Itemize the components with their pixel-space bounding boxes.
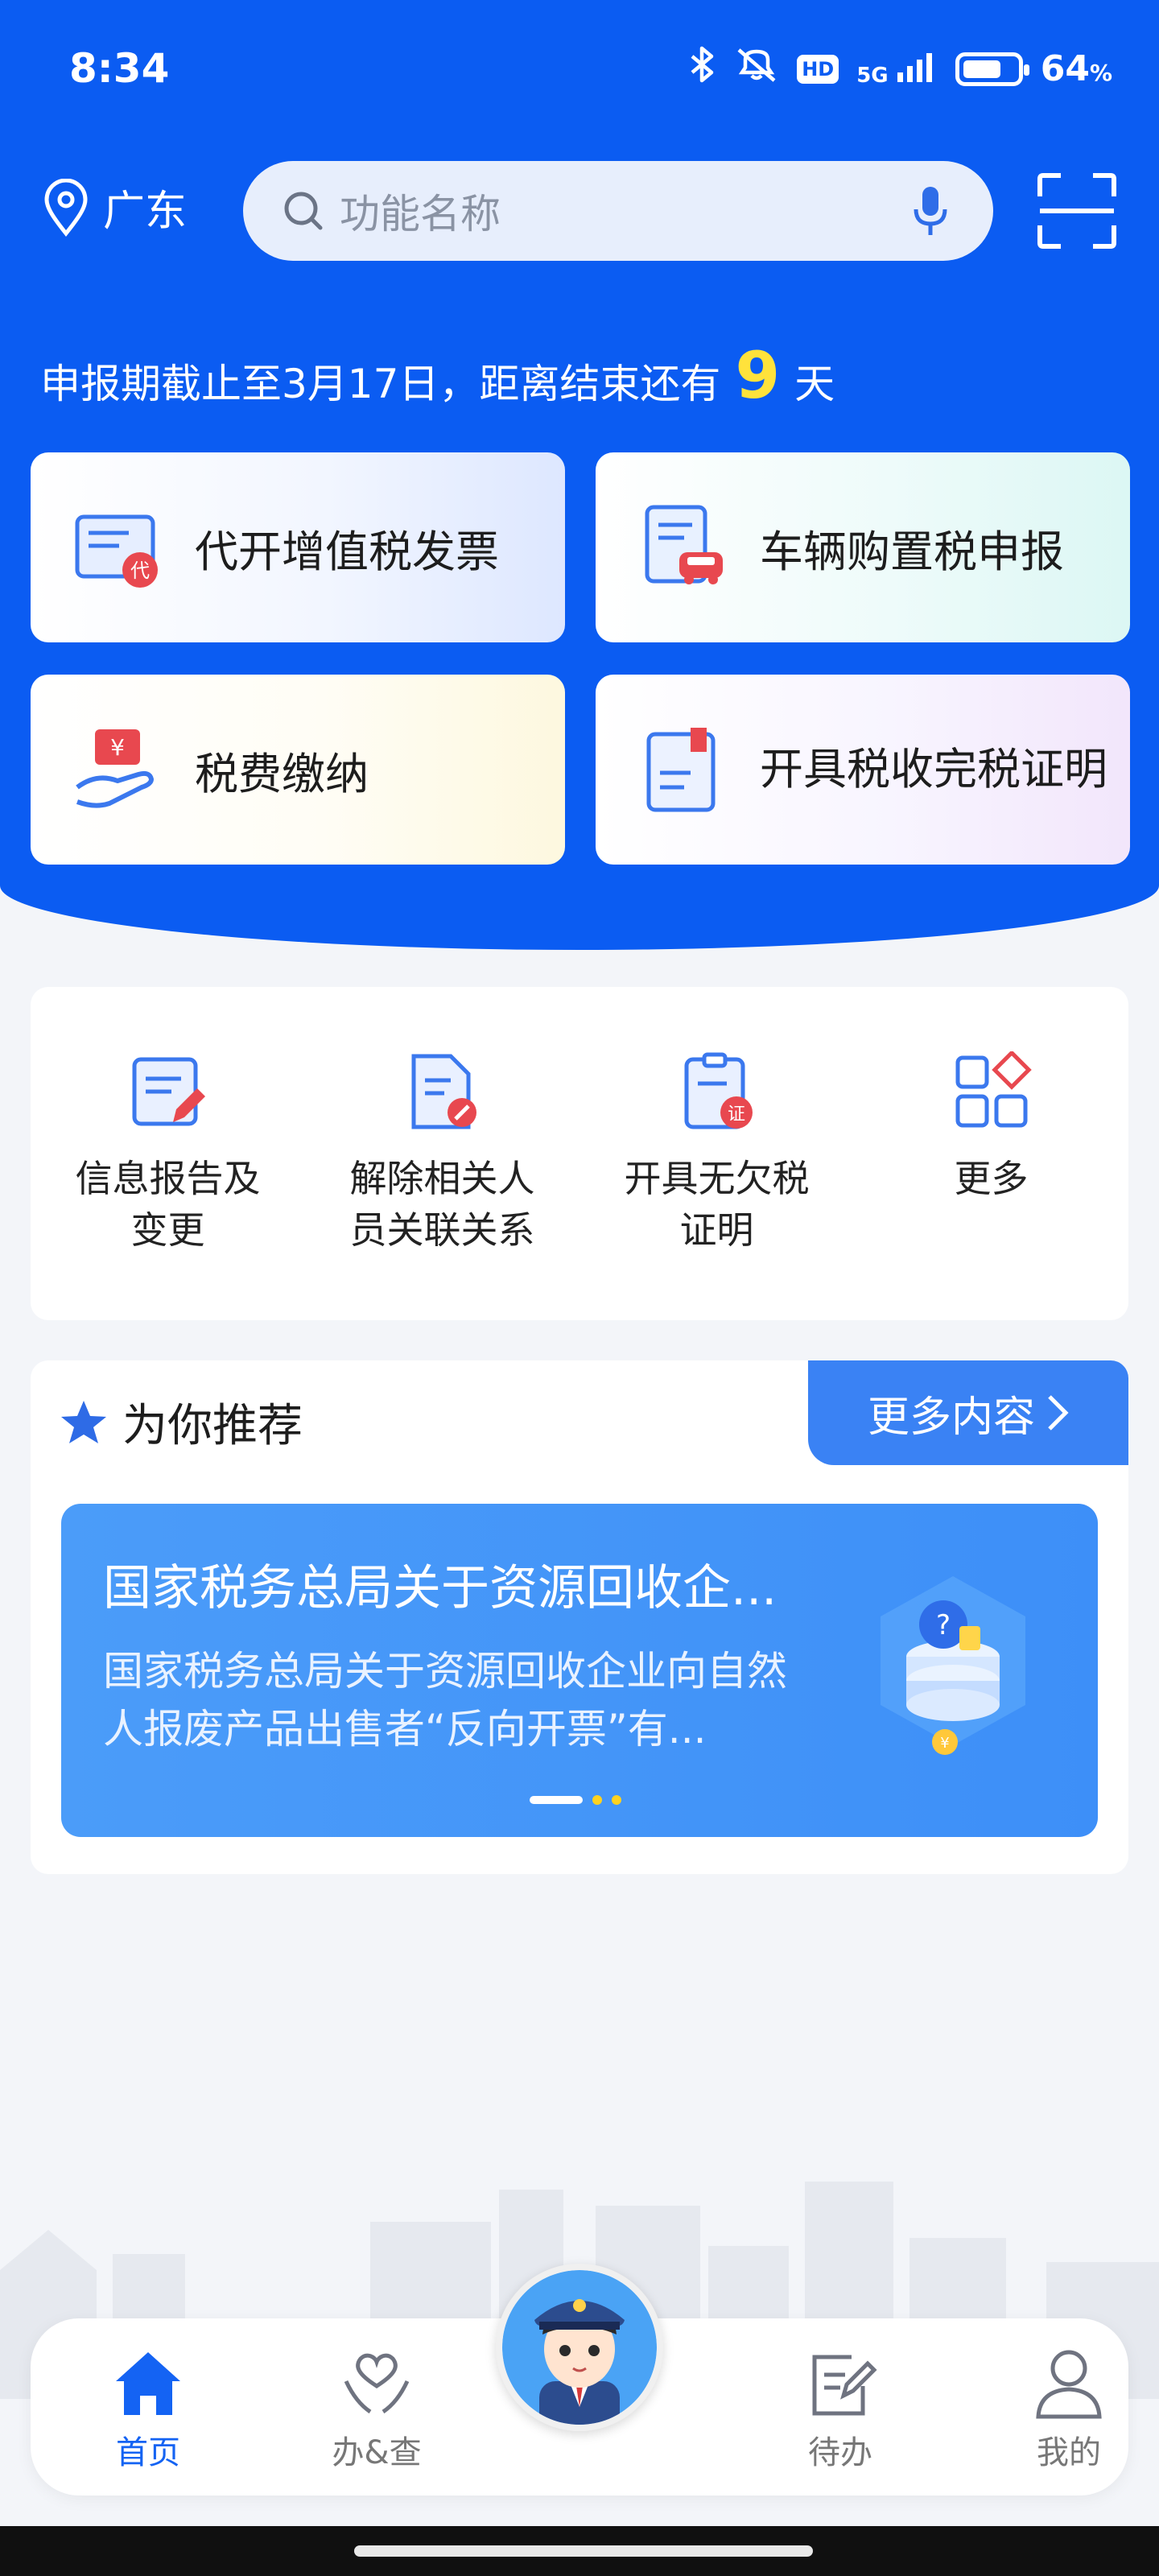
vehicle-tax-icon: [645, 505, 723, 584]
search-placeholder: 功能名称: [340, 191, 501, 237]
banner-title: 国家税务总局关于资源回收企...: [103, 1560, 777, 1616]
quick-action-invoice[interactable]: 代 代开增值税发票: [31, 452, 565, 642]
search-bar[interactable]: 功能名称: [243, 161, 993, 261]
mute-icon: [734, 45, 779, 93]
carousel-dot: [612, 1795, 621, 1805]
signal-icon: 5G: [856, 52, 938, 86]
carousel-dot-active: [530, 1796, 583, 1804]
chevron-right-icon: [1048, 1395, 1069, 1430]
service-label: 更多: [954, 1157, 1029, 1200]
bluetooth-icon: [689, 45, 716, 93]
home-indicator[interactable]: [354, 2545, 813, 2557]
deadline-prefix: 申报期截止至3月17日，距离结束还有: [40, 361, 721, 407]
location-selector[interactable]: 广东: [43, 177, 187, 237]
quick-action-label: 开具税收完税证明: [760, 744, 1107, 795]
service-label: 开具无欠税证明: [624, 1157, 810, 1252]
svg-text:证: 证: [727, 1104, 744, 1125]
scan-icon[interactable]: [1037, 172, 1117, 250]
status-bar: 8:34 HD 5G 64%: [0, 0, 1159, 137]
report-edit-icon: [132, 1057, 205, 1126]
home-icon: [116, 2352, 180, 2415]
quick-action-label: 车辆购置税申报: [760, 526, 1064, 577]
svg-text:?: ?: [936, 1609, 951, 1641]
recommend-header: 为你推荐: [60, 1389, 303, 1455]
carousel-indicator: [530, 1795, 621, 1805]
system-navigation-bar: [0, 2526, 1159, 2576]
tab-label: 办&查: [332, 2434, 422, 2471]
status-icons: HD 5G 64%: [689, 45, 1112, 93]
more-content-button[interactable]: 更多内容: [808, 1360, 1128, 1465]
tab-mine[interactable]: 我的: [988, 2346, 1149, 2473]
deadline-days: 9: [735, 338, 781, 413]
service-grid: 信息报告及变更 解除相关人员关联关系 证 开具无欠税证明 更多: [31, 987, 1128, 1320]
declaration-deadline: 申报期截止至3月17日，距离结束还有 9 天: [40, 338, 835, 413]
assistant-avatar-button[interactable]: [496, 2264, 663, 2431]
quick-action-tax-payment[interactable]: ¥ 税费缴纳: [31, 675, 565, 865]
battery-unit: %: [1089, 60, 1112, 86]
invoice-icon: 代: [75, 514, 158, 588]
quick-action-label: 代开增值税发票: [195, 526, 499, 577]
service-info-report[interactable]: 信息报告及变更: [31, 987, 305, 1320]
unlink-document-icon: [411, 1054, 476, 1129]
quick-action-tax-certificate[interactable]: 开具税收完税证明: [596, 675, 1130, 865]
network-type: 5G: [856, 64, 889, 88]
location-pin-icon: [44, 178, 88, 237]
battery-value: 64: [1040, 48, 1090, 89]
tab-todo[interactable]: 待办: [760, 2346, 921, 2473]
recommend-title: 为你推荐: [122, 1400, 303, 1452]
svg-text:代: 代: [130, 559, 150, 582]
carousel-dot: [592, 1795, 602, 1805]
search-icon: [284, 192, 323, 230]
service-no-arrears-certificate[interactable]: 证 开具无欠税证明: [580, 987, 854, 1320]
tax-officer-avatar-icon: [502, 2270, 657, 2425]
tab-label: 我的: [1037, 2434, 1101, 2471]
battery-icon: [955, 52, 1029, 86]
quick-action-label: 税费缴纳: [195, 748, 369, 799]
deadline-suffix: 天: [794, 361, 835, 407]
tab-label: 首页: [116, 2434, 180, 2471]
svg-text:¥: ¥: [940, 1735, 949, 1752]
recommend-banner[interactable]: 国家税务总局关于资源回收企... 国家税务总局关于资源回收企业向自然人报废产品出…: [61, 1504, 1098, 1837]
quick-action-vehicle-tax[interactable]: 车辆购置税申报: [596, 452, 1130, 642]
service-more[interactable]: 更多: [854, 987, 1128, 1320]
user-icon: [1036, 2350, 1102, 2419]
no-arrears-certificate-icon: 证: [684, 1052, 753, 1129]
star-icon: [61, 1400, 106, 1443]
recommend-section: 为你推荐 更多内容 国家税务总局关于资源回收企... 国家税务总局关于资源回收企…: [31, 1360, 1128, 1874]
microphone-icon[interactable]: [913, 185, 948, 238]
service-label: 解除相关人员关联关系: [349, 1157, 535, 1252]
banner-description: 国家税务总局关于资源回收企业向自然人报废产品出售者“反向开票”有...: [103, 1648, 787, 1752]
todo-edit-icon: [812, 2355, 877, 2416]
tab-home[interactable]: 首页: [68, 2346, 229, 2473]
more-content-label: 更多内容: [867, 1393, 1035, 1442]
heart-hands-icon: [344, 2353, 410, 2414]
more-grid-icon: [955, 1051, 1032, 1128]
payment-hand-icon: ¥: [76, 729, 154, 808]
service-unlink-personnel[interactable]: 解除相关人员关联关系: [305, 987, 580, 1320]
location-label: 广东: [103, 188, 188, 236]
hd-badge: HD: [797, 54, 839, 84]
tax-certificate-icon: [646, 728, 716, 812]
tab-label: 待办: [808, 2434, 872, 2471]
tab-handle-query[interactable]: 办&查: [296, 2346, 457, 2473]
database-question-illustration: ? ¥: [881, 1576, 1025, 1755]
status-time: 8:34: [69, 45, 170, 92]
battery-level: 64%: [1041, 48, 1112, 89]
service-label: 信息报告及变更: [75, 1157, 261, 1252]
svg-text:¥: ¥: [110, 734, 125, 761]
